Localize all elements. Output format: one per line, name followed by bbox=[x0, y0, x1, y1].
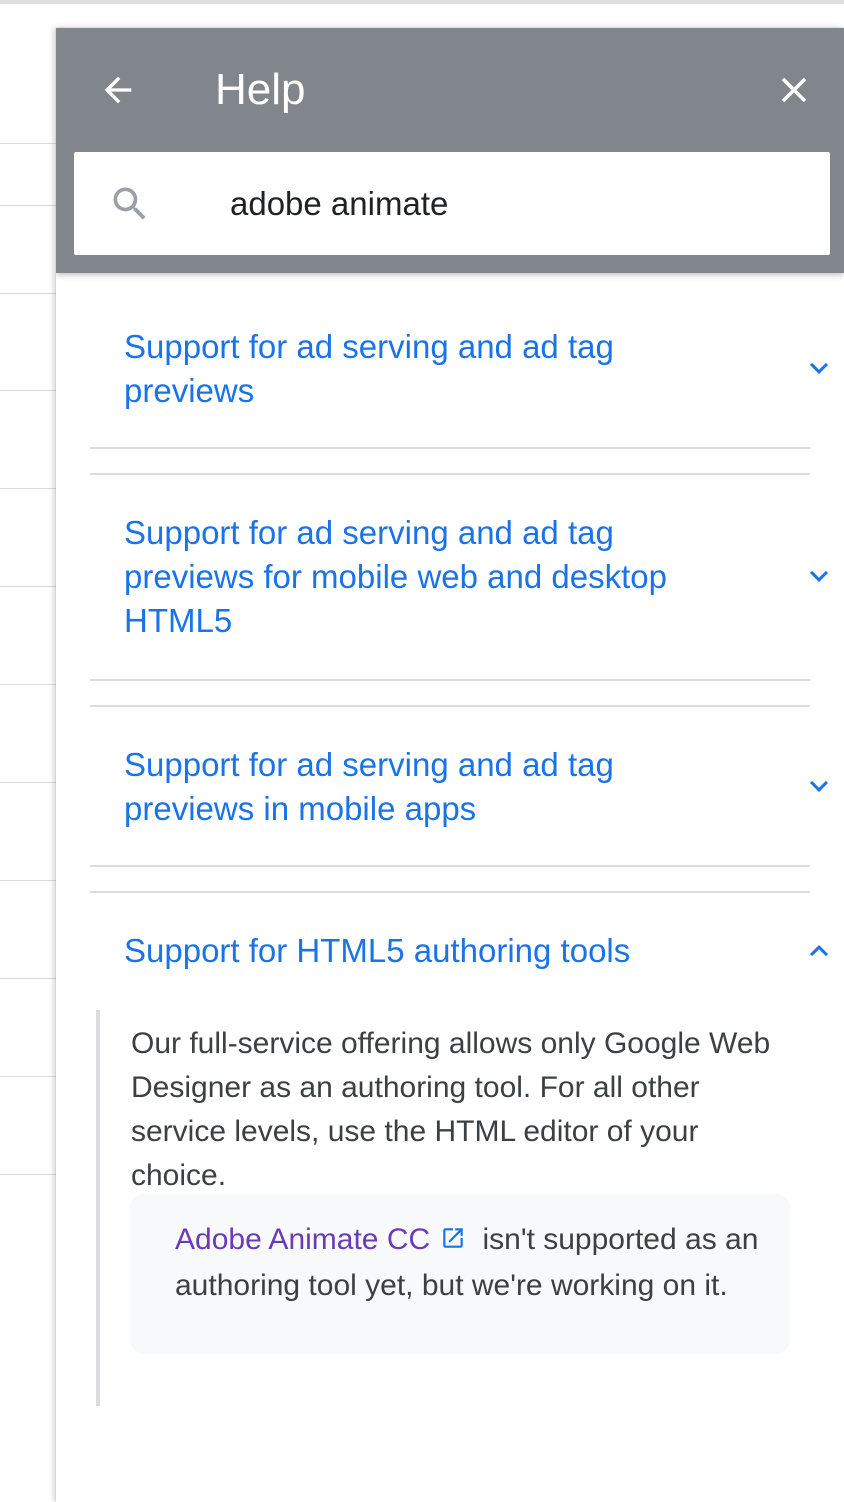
close-icon bbox=[781, 77, 807, 103]
article-title[interactable]: Support for HTML5 authoring tools bbox=[124, 929, 724, 973]
search-icon bbox=[108, 182, 152, 226]
chevron-down-icon[interactable] bbox=[801, 350, 837, 386]
quote-bar bbox=[96, 1010, 100, 1406]
external-link-icon[interactable] bbox=[440, 1220, 466, 1264]
article-mobile-web-desktop-html5[interactable]: Support for ad serving and ad tag previe… bbox=[124, 511, 828, 643]
article-ad-serving-previews[interactable]: Support for ad serving and ad tag previe… bbox=[124, 325, 828, 413]
note-text: Adobe Animate CC isn't supported as an a… bbox=[175, 1218, 775, 1308]
chevron-down-icon[interactable] bbox=[801, 558, 837, 594]
adobe-animate-link[interactable]: Adobe Animate CC bbox=[175, 1223, 430, 1256]
search-box[interactable] bbox=[74, 152, 830, 255]
background-row-divider bbox=[0, 1174, 56, 1175]
back-button[interactable] bbox=[92, 64, 144, 116]
background-row-divider bbox=[0, 143, 56, 144]
background-row-divider bbox=[0, 880, 56, 881]
arrow-back-icon bbox=[104, 76, 132, 104]
article-html5-authoring-tools[interactable]: Support for HTML5 authoring tools bbox=[124, 929, 828, 973]
article-title[interactable]: Support for ad serving and ad tag previe… bbox=[124, 743, 684, 831]
search-input[interactable] bbox=[230, 178, 790, 230]
article-mobile-apps[interactable]: Support for ad serving and ad tag previe… bbox=[124, 743, 828, 831]
help-header: Help bbox=[56, 28, 844, 273]
divider bbox=[90, 865, 810, 867]
background-row-divider bbox=[0, 586, 56, 587]
help-results: Support for ad serving and ad tag previe… bbox=[56, 273, 844, 1502]
background-top-border bbox=[0, 0, 844, 4]
article-body: Our full-service offering allows only Go… bbox=[96, 1010, 816, 1406]
background-row-divider bbox=[0, 684, 56, 685]
background-row-divider bbox=[0, 978, 56, 979]
help-title: Help bbox=[215, 65, 306, 114]
divider bbox=[90, 705, 810, 707]
divider bbox=[90, 679, 810, 681]
background-row-divider bbox=[0, 293, 56, 294]
divider bbox=[90, 473, 810, 475]
screen: Help Support for ad serving and ad tag p… bbox=[0, 0, 844, 1502]
help-panel: Help Support for ad serving and ad tag p… bbox=[56, 28, 844, 1502]
article-title[interactable]: Support for ad serving and ad tag previe… bbox=[124, 511, 684, 643]
close-button[interactable] bbox=[768, 64, 820, 116]
background-row-divider bbox=[0, 390, 56, 391]
divider bbox=[90, 447, 810, 449]
background-row-divider bbox=[0, 205, 56, 206]
background-row-divider bbox=[0, 782, 56, 783]
chevron-up-icon[interactable] bbox=[801, 933, 837, 969]
divider bbox=[90, 891, 810, 893]
note-box: Adobe Animate CC isn't supported as an a… bbox=[130, 1194, 790, 1354]
chevron-down-icon[interactable] bbox=[801, 768, 837, 804]
article-title[interactable]: Support for ad serving and ad tag previe… bbox=[124, 325, 684, 413]
background-row-divider bbox=[0, 488, 56, 489]
background-row-divider bbox=[0, 1076, 56, 1077]
article-body-text: Our full-service offering allows only Go… bbox=[131, 1027, 771, 1192]
